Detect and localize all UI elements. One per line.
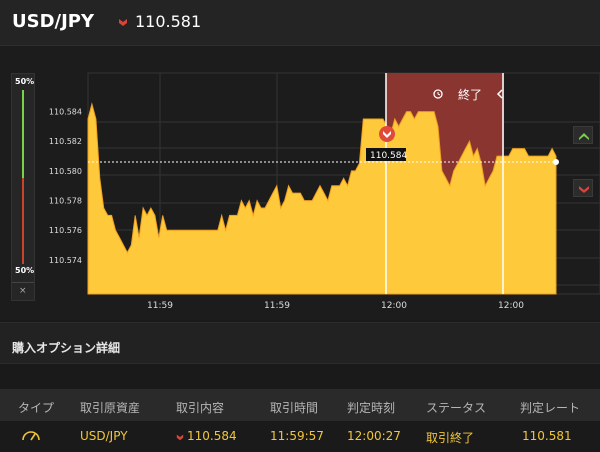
header-type: タイプ xyxy=(18,401,55,415)
x-tick-label: 11:59 xyxy=(147,301,173,311)
current-rate: 110.581 xyxy=(135,12,202,31)
currency-pair: USD/JPY xyxy=(12,11,95,32)
table-row[interactable]: USD/JPY 110.584 11:59:57 12:00:27 取引終了 1… xyxy=(0,421,600,452)
header-judge-time: 判定時刻 xyxy=(347,401,396,415)
header-status: ステータス xyxy=(426,401,487,415)
y-tick-label: 110.584 xyxy=(49,108,82,117)
up-arrow-icon xyxy=(579,133,589,140)
entry-marker xyxy=(379,126,395,142)
gauge-down-label: 50% xyxy=(15,266,35,275)
cell-content: 110.584 xyxy=(176,429,237,443)
high-button[interactable] xyxy=(573,126,593,144)
y-tick-label: 110.574 xyxy=(49,256,82,265)
low-button[interactable] xyxy=(573,179,593,197)
current-rate-dot xyxy=(553,159,559,165)
header-asset: 取引原資産 xyxy=(80,401,141,415)
gauge-up-bar xyxy=(22,90,24,178)
x-tick-label: 12:00 xyxy=(381,301,407,311)
cell-asset: USD/JPY xyxy=(80,429,128,443)
cell-judge-rate: 110.581 xyxy=(522,429,572,443)
header-content: 取引内容 xyxy=(176,401,225,415)
x-tick-label: 11:59 xyxy=(264,301,290,311)
cell-status: 取引終了 xyxy=(426,431,475,445)
cell-trade-time: 11:59:57 xyxy=(270,429,324,443)
cell-content-value: 110.584 xyxy=(187,429,237,443)
cell-judge-time: 12:00:27 xyxy=(347,429,401,443)
gauge-close-button[interactable]: × xyxy=(19,286,27,296)
purchase-section-title: 購入オプション詳細 xyxy=(12,341,121,355)
down-arrow-icon xyxy=(579,186,589,193)
gauge-divider xyxy=(12,282,34,283)
x-axis-ticks: 11:59 11:59 12:00 12:00 xyxy=(147,301,524,311)
y-tick-label: 110.576 xyxy=(49,226,82,235)
y-tick-label: 110.580 xyxy=(49,167,82,176)
header-trade-time: 取引時間 xyxy=(270,401,319,415)
header-bar: USD/JPY 110.581 xyxy=(0,0,600,46)
down-arrow-icon xyxy=(119,19,127,26)
entry-rate-label: 110.584 xyxy=(370,151,407,161)
gauge-down-bar xyxy=(22,178,24,264)
expired-label: 終了 xyxy=(458,87,482,102)
table-header: タイプ 取引原資産 取引内容 取引時間 判定時刻 ステータス 判定レート xyxy=(0,389,600,421)
price-chart: 終了 110.584 110.584110.582110.580110.5781… xyxy=(49,72,600,311)
down-arrow-icon xyxy=(176,434,184,440)
header-judge-rate: 判定レート xyxy=(520,401,581,415)
gauge-icon xyxy=(20,427,42,446)
y-axis-ticks: 110.584 110.582 110.580 110.578 110.576 110.5… xyxy=(49,108,82,265)
y-tick-label: 110.582 xyxy=(49,137,82,146)
gauge-up-label: 50% xyxy=(15,77,35,86)
sentiment-gauge: 50% 50% × xyxy=(11,73,35,301)
x-tick-label: 12:00 xyxy=(498,301,524,311)
y-tick-label: 110.578 xyxy=(49,197,82,206)
